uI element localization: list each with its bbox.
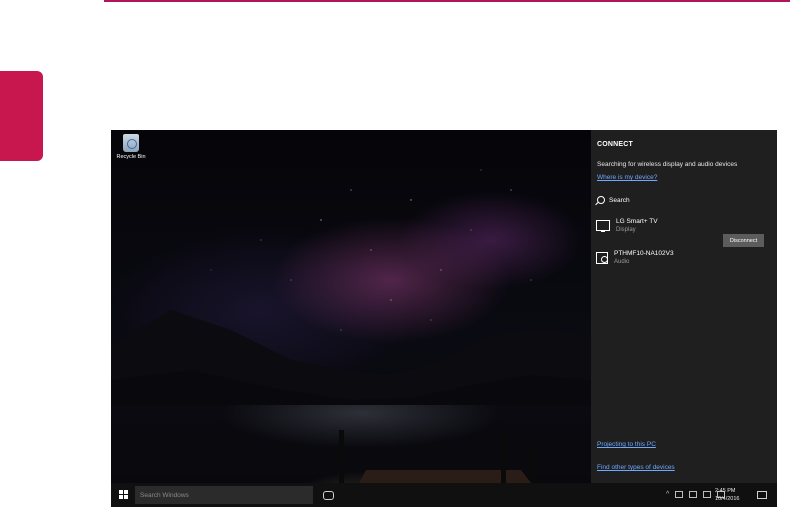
recycle-bin-icon <box>123 134 139 152</box>
device-name: PTHMF10-NA102V3 <box>614 250 674 257</box>
where-is-device-link[interactable]: Where is my device? <box>597 174 657 181</box>
monitor-icon <box>596 220 610 232</box>
chevron-up-icon[interactable]: ^ <box>666 491 669 498</box>
search-icon <box>597 196 605 204</box>
action-center-icon[interactable] <box>757 491 767 499</box>
taskbar: Search Windows ^ 2:45 PM 10/4/2016 <box>111 483 777 507</box>
desktop-wallpaper: Recycle Bin <box>111 130 591 483</box>
device-item-pthmf10[interactable]: PTHMF10-NA102V3 Audio <box>596 250 674 265</box>
search-label: Search <box>609 196 630 204</box>
device-type: Display <box>616 227 636 233</box>
battery-icon[interactable] <box>675 491 684 498</box>
network-icon[interactable] <box>703 491 712 498</box>
device-type: Audio <box>614 259 630 265</box>
audio-device-icon <box>596 252 608 264</box>
find-other-devices-link[interactable]: Find other types of devices <box>597 464 675 471</box>
header-rule <box>104 0 790 2</box>
device-name: LG Smart+ TV <box>616 218 658 225</box>
taskbar-search-input[interactable]: Search Windows <box>135 486 313 504</box>
search-button[interactable]: Search <box>597 196 630 204</box>
panel-title: CONNECT <box>597 141 634 148</box>
recycle-bin[interactable]: Recycle Bin <box>115 134 147 160</box>
mountain-silhouette <box>111 310 591 483</box>
task-view-icon[interactable] <box>323 491 334 500</box>
projecting-to-this-pc-link[interactable]: Projecting to this PC <box>597 441 656 448</box>
clock-time: 2:45 PM <box>715 488 736 494</box>
connect-panel: CONNECT Searching for wireless display a… <box>591 130 777 483</box>
recycle-bin-label: Recycle Bin <box>116 154 146 160</box>
search-status: Searching for wireless display and audio… <box>597 161 738 168</box>
project-icon[interactable] <box>689 491 698 498</box>
device-item-lg-tv[interactable]: LG Smart+ TV Display <box>596 218 658 233</box>
chapter-tab <box>0 71 43 161</box>
windows-start-icon[interactable] <box>119 490 128 499</box>
taskbar-clock[interactable]: 2:45 PM 10/4/2016 <box>715 487 739 503</box>
disconnect-button[interactable]: Disconnect <box>723 234 764 247</box>
clock-date: 10/4/2016 <box>715 496 740 502</box>
windows-screen: Recycle Bin CONNECT Searching for wirele… <box>111 130 777 507</box>
